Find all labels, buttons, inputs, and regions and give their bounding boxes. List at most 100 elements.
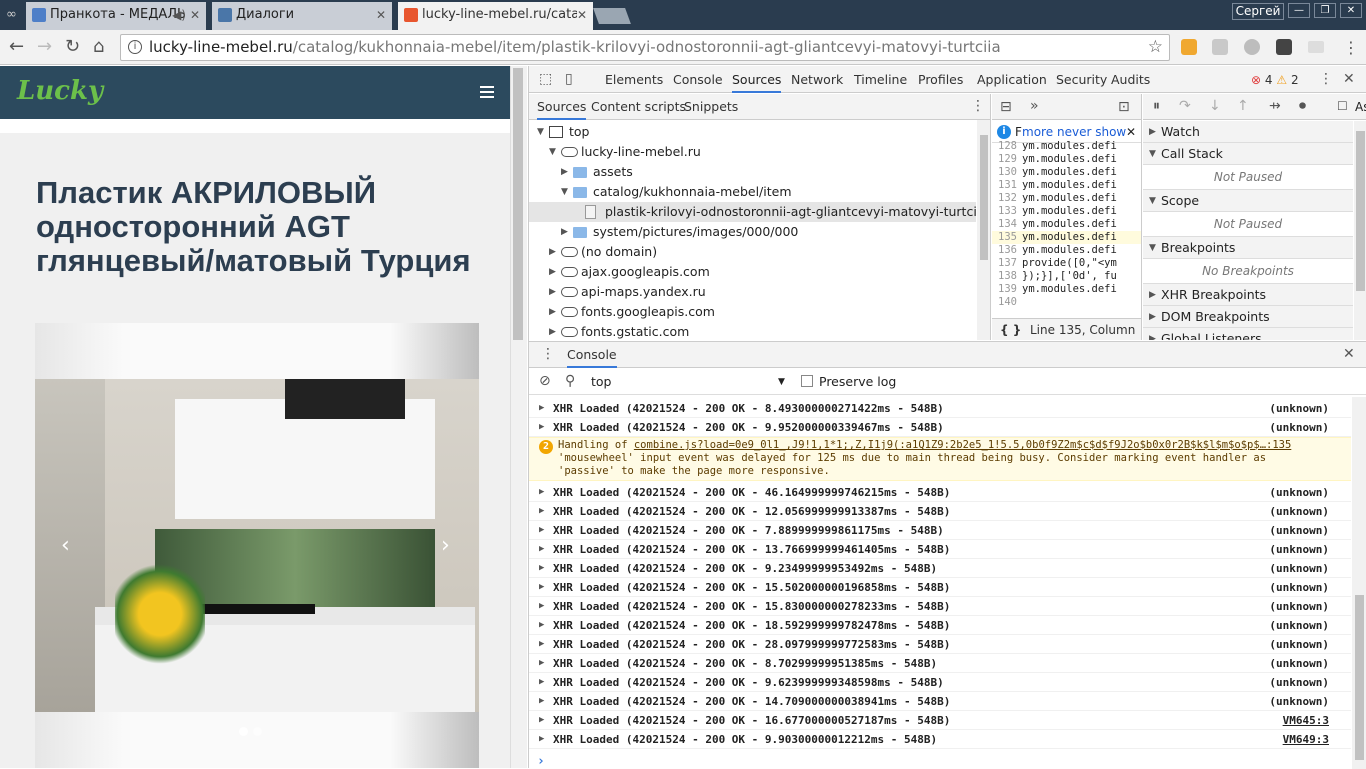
collapsed-arrow-icon[interactable]: ▶ [549, 262, 556, 282]
close-icon[interactable]: ✕ [1343, 71, 1355, 87]
info-icon[interactable]: i [128, 40, 142, 54]
section-dom-breakpoints[interactable]: ▶ DOM Breakpoints [1143, 306, 1353, 328]
section-scope[interactable]: ▼ Scope [1143, 190, 1353, 212]
section-call-stack[interactable]: ▼ Call Stack [1143, 143, 1353, 165]
expand-arrow-icon[interactable]: ▶ [539, 578, 544, 597]
debugger-scrollbar[interactable] [1354, 121, 1366, 340]
extension-icon[interactable] [1181, 39, 1197, 55]
device-toolbar-icon[interactable]: ▯ [565, 71, 573, 87]
step-into-icon[interactable]: ↓ [1209, 98, 1221, 114]
toggle-navigator-icon[interactable]: ⊟ [1000, 99, 1012, 115]
tree-item[interactable]: ▶ (no domain) [529, 242, 976, 262]
console-message[interactable]: ▶ XHR Loaded (42021524 - 200 OK - 14.7090… [529, 692, 1351, 711]
close-drawer-icon[interactable]: ✕ [1343, 346, 1355, 362]
tab-application[interactable]: Application [977, 66, 1047, 93]
step-out-icon[interactable]: ↑ [1237, 98, 1249, 114]
console-message[interactable]: ▶ XHR Loaded (42021524 - 200 OK - 15.8300… [529, 597, 1351, 616]
minimize-button[interactable]: — [1288, 3, 1310, 18]
console-message[interactable]: ▶ XHR Loaded (42021524 - 200 OK - 9.95200… [529, 418, 1351, 437]
browser-tab-2[interactable]: Диалоги ✕ [212, 2, 392, 30]
expand-arrow-icon[interactable]: ▶ [539, 483, 544, 502]
expand-arrow-icon[interactable]: ▶ [539, 521, 544, 540]
gallery-prev-icon[interactable]: ‹ [61, 533, 70, 558]
console-message[interactable]: ▶ XHR Loaded (42021524 - 200 OK - 8.70299… [529, 654, 1351, 673]
line-number[interactable]: 133 [992, 205, 1022, 218]
expand-arrow-icon[interactable]: ▶ [539, 654, 544, 673]
step-over-icon[interactable]: ↷ [1179, 98, 1191, 114]
error-warning-counter[interactable]: ⊗ 4 ⚠ 2 [1251, 73, 1299, 87]
expand-arrow-icon[interactable]: ▶ [539, 597, 544, 616]
browser-tab-3[interactable]: lucky-line-mebel.ru/cata ✕ [398, 2, 593, 30]
collapsed-arrow-icon[interactable]: ▶ [561, 162, 568, 182]
line-number[interactable]: 135 [992, 231, 1022, 244]
gallery-dot[interactable] [239, 727, 248, 736]
expand-arrow-icon[interactable]: ▶ [539, 730, 544, 749]
tree-item[interactable]: ▶ fonts.gstatic.com [529, 322, 976, 340]
tree-item[interactable]: ▼ lucky-line-mebel.ru [529, 142, 976, 162]
expand-arrow-icon[interactable]: ▶ [539, 502, 544, 521]
tab-security[interactable]: Security [1056, 66, 1107, 93]
console-message[interactable]: ▶ XHR Loaded (42021524 - 200 OK - 8.49300… [529, 399, 1351, 418]
toggle-debugger-icon[interactable]: ⊡ [1118, 99, 1130, 115]
expanded-arrow-icon[interactable]: ▼ [561, 182, 568, 202]
tab-content-scripts[interactable]: Content scripts [591, 94, 686, 120]
console-message[interactable]: ▶ XHR Loaded (42021524 - 200 OK - 7.88999… [529, 521, 1351, 540]
menu-icon[interactable]: ⋮ [1343, 38, 1359, 57]
browser-menu-icon[interactable]: ∞ [6, 7, 17, 22]
expand-arrow-icon[interactable]: ▶ [539, 616, 544, 635]
tree-item[interactable]: plastik-krilovyi-odnostoronnii-agt-glian… [529, 202, 988, 222]
pretty-print-icon[interactable]: { } [1000, 319, 1021, 340]
console-message[interactable]: ▶ XHR Loaded (42021524 - 200 OK - 16.6770… [529, 711, 1351, 730]
expand-arrow-icon[interactable]: ▶ [539, 540, 544, 559]
section-xhr-breakpoints[interactable]: ▶ XHR Breakpoints [1143, 284, 1353, 306]
expand-arrow-icon[interactable]: ▶ [539, 418, 544, 437]
line-number[interactable]: 128 [992, 140, 1022, 153]
tab-sources[interactable]: Sources [732, 66, 782, 93]
pause-icon[interactable]: ⏸ [1153, 98, 1160, 114]
line-number[interactable]: 131 [992, 179, 1022, 192]
message-source[interactable]: VM645:3 [1283, 711, 1329, 730]
console-message[interactable]: ▶ XHR Loaded (42021524 - 200 OK - 28.0979… [529, 635, 1351, 654]
tree-item[interactable]: ▶ assets [529, 162, 976, 182]
profile-button[interactable]: Сергей [1232, 3, 1284, 20]
reload-icon[interactable]: ↻ [65, 37, 80, 57]
line-number[interactable]: 136 [992, 244, 1022, 257]
collapsed-arrow-icon[interactable]: ▶ [549, 302, 556, 322]
deactivate-breakpoints-icon[interactable]: ⇸ [1269, 98, 1281, 114]
console-message[interactable]: ▶ XHR Loaded (42021524 - 200 OK - 12.0569… [529, 502, 1351, 521]
collapsed-arrow-icon[interactable]: ▶ [549, 242, 556, 262]
back-icon[interactable]: ← [9, 37, 24, 57]
tab-profiles[interactable]: Profiles [918, 66, 963, 93]
mail-icon[interactable] [1308, 41, 1324, 53]
tab-close-icon[interactable]: ✕ [376, 2, 386, 28]
clear-console-icon[interactable]: ⊘ [539, 373, 551, 389]
gallery-dot[interactable] [253, 727, 262, 736]
tab-elements[interactable]: Elements [605, 66, 663, 93]
tab-close-icon[interactable]: ✕ [576, 2, 587, 28]
tree-item[interactable]: ▶ system/pictures/images/000/000 [529, 222, 976, 242]
expand-arrow-icon[interactable]: ▶ [539, 711, 544, 730]
tab-close-icon[interactable]: ◀) [172, 2, 186, 28]
console-message[interactable]: ▶ XHR Loaded (42021524 - 200 OK - 15.5020… [529, 578, 1351, 597]
inspect-icon[interactable]: ⬚ [539, 71, 552, 87]
section-watch[interactable]: ▶ Watch [1143, 121, 1353, 143]
line-number[interactable]: 129 [992, 153, 1022, 166]
shield-icon[interactable] [1212, 39, 1228, 55]
tab-audits[interactable]: Audits [1111, 66, 1150, 93]
tree-item[interactable]: ▼ top [529, 122, 976, 142]
console-scrollbar[interactable] [1352, 397, 1366, 769]
console-message[interactable]: ▶ XHR Loaded (42021524 - 200 OK - 9.90300… [529, 730, 1351, 749]
line-number[interactable]: 130 [992, 166, 1022, 179]
collapsed-arrow-icon[interactable]: ▶ [549, 322, 556, 340]
tree-item[interactable]: ▶ fonts.googleapis.com [529, 302, 976, 322]
hamburger-menu-icon[interactable] [480, 86, 494, 98]
expand-arrow-icon[interactable]: ▶ [539, 399, 544, 418]
collapsed-arrow-icon[interactable]: ▶ [561, 222, 568, 242]
warning-source-link[interactable]: combine.js?load=0e9_0l1_,J9!1,1*1;,Z,I1j… [634, 439, 1291, 451]
forward-icon[interactable]: → [37, 37, 52, 57]
expand-arrow-icon[interactable]: ▶ [539, 559, 544, 578]
line-number[interactable]: 132 [992, 192, 1022, 205]
section-breakpoints[interactable]: ▼ Breakpoints [1143, 237, 1353, 259]
expand-arrow-icon[interactable]: ▶ [539, 692, 544, 711]
collapsed-arrow-icon[interactable]: ▶ [549, 282, 556, 302]
